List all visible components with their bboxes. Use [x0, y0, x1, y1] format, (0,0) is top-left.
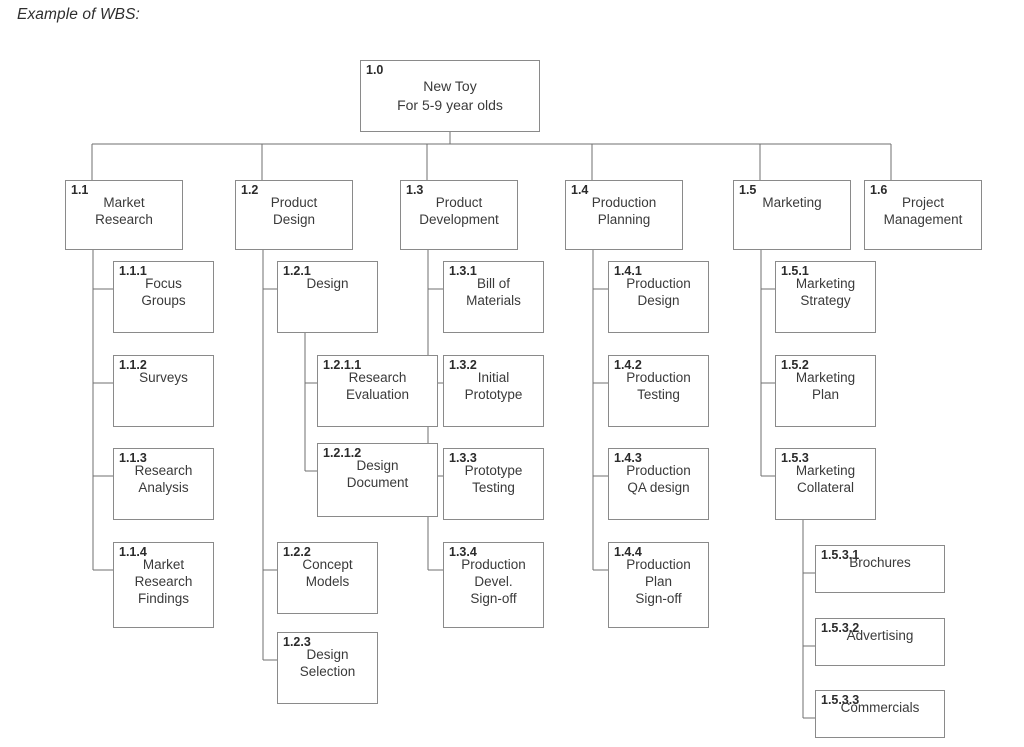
wbs-node-1-4-3[interactable]: 1.4.3 Production QA design — [608, 448, 709, 520]
wbs-node-1-1-1[interactable]: 1.1.1 Focus Groups — [113, 261, 214, 333]
wbs-node-1-2-2[interactable]: 1.2.2 Concept Models — [277, 542, 378, 614]
wbs-node-label: Research Evaluation — [345, 370, 410, 402]
wbs-node-label: Production Testing — [626, 370, 691, 402]
wbs-node-label: Design Document — [346, 458, 409, 490]
wbs-node-label: Focus Groups — [141, 276, 186, 308]
wbs-node-1-4[interactable]: 1.4 Production Planning — [565, 180, 683, 250]
wbs-node-1-3[interactable]: 1.3 Product Development — [400, 180, 518, 250]
wbs-node-label: Production Design — [626, 276, 691, 308]
wbs-node-label: Concept Models — [302, 557, 353, 589]
wbs-node-1-1-2[interactable]: 1.1.2 Surveys — [113, 355, 214, 427]
wbs-node-1-5-3-2[interactable]: 1.5.3.2 Advertising — [815, 618, 945, 666]
wbs-node-1-1-4[interactable]: 1.1.4 Market Research Findings — [113, 542, 214, 628]
wbs-node-1-3-4[interactable]: 1.3.4 Production Devel. Sign-off — [443, 542, 544, 628]
wbs-page: Example of WBS: 1.0 New Toy For 5-9 year … — [0, 0, 1024, 747]
wbs-node-label: Initial Prototype — [464, 370, 523, 402]
wbs-node-1-2-1-1[interactable]: 1.2.1.1 Research Evaluation — [317, 355, 438, 427]
wbs-node-label: Brochures — [849, 555, 911, 570]
wbs-node-label: Market Research Findings — [134, 557, 193, 606]
wbs-node-1-6[interactable]: 1.6 Project Management — [864, 180, 982, 250]
wbs-node-1-2-1[interactable]: 1.2.1 Design — [277, 261, 378, 333]
wbs-node-label: Research Analysis — [134, 463, 193, 495]
wbs-node-label: Prototype Testing — [464, 463, 523, 495]
wbs-node-1-4-4[interactable]: 1.4.4 Production Plan Sign-off — [608, 542, 709, 628]
wbs-node-label: Project Management — [883, 195, 963, 227]
wbs-node-1-3-1[interactable]: 1.3.1 Bill of Materials — [443, 261, 544, 333]
wbs-node-label: Production Planning — [591, 195, 657, 227]
wbs-node-1-5-2[interactable]: 1.5.2 Marketing Plan — [775, 355, 876, 427]
wbs-node-label: Production Plan Sign-off — [626, 557, 691, 606]
wbs-node-1-2[interactable]: 1.2 Product Design — [235, 180, 353, 250]
wbs-node-label: Product Design — [270, 195, 318, 227]
wbs-node-label: Marketing — [762, 195, 822, 210]
wbs-node-1-1-3[interactable]: 1.1.3 Research Analysis — [113, 448, 214, 520]
wbs-node-label: Design Selection — [299, 647, 356, 679]
wbs-node-label: Bill of Materials — [466, 276, 521, 308]
wbs-node-1-5-3[interactable]: 1.5.3 Marketing Collateral — [775, 448, 876, 520]
wbs-node-1-3-3[interactable]: 1.3.3 Prototype Testing — [443, 448, 544, 520]
wbs-node-1-4-2[interactable]: 1.4.2 Production Testing — [608, 355, 709, 427]
wbs-node-1-5-1[interactable]: 1.5.1 Marketing Strategy — [775, 261, 876, 333]
wbs-node-label: Marketing Plan — [795, 370, 856, 402]
wbs-node-label: Design — [306, 276, 349, 291]
wbs-node-1-5-3-1[interactable]: 1.5.3.1 Brochures — [815, 545, 945, 593]
wbs-node-label: Marketing Strategy — [795, 276, 856, 308]
wbs-node-label: Product Development — [419, 195, 499, 227]
wbs-node-label: Production QA design — [626, 463, 691, 495]
wbs-node-1-2-3[interactable]: 1.2.3 Design Selection — [277, 632, 378, 704]
wbs-node-1-3-2[interactable]: 1.3.2 Initial Prototype — [443, 355, 544, 427]
wbs-node-1-1[interactable]: 1.1 Market Research — [65, 180, 183, 250]
wbs-node-label: Market Research — [95, 195, 153, 227]
wbs-node-1-2-1-2[interactable]: 1.2.1.2 Design Document — [317, 443, 438, 517]
wbs-node-1-0[interactable]: 1.0 New Toy For 5-9 year olds — [360, 60, 540, 132]
wbs-node-code: 1.0 — [366, 63, 384, 77]
wbs-node-label: Production Devel. Sign-off — [461, 557, 526, 606]
wbs-node-1-5[interactable]: 1.5 Marketing — [733, 180, 851, 250]
wbs-node-label: Advertising — [846, 628, 914, 643]
wbs-node-label: New Toy For 5-9 year olds — [397, 78, 503, 113]
wbs-node-label: Commercials — [840, 700, 920, 715]
wbs-node-label: Surveys — [139, 370, 188, 385]
wbs-node-1-5-3-3[interactable]: 1.5.3.3 Commercials — [815, 690, 945, 738]
wbs-node-1-4-1[interactable]: 1.4.1 Production Design — [608, 261, 709, 333]
wbs-node-label: Marketing Collateral — [795, 463, 856, 495]
wbs-diagram: 1.0 New Toy For 5-9 year olds 1.1 Market Re… — [0, 0, 1024, 747]
